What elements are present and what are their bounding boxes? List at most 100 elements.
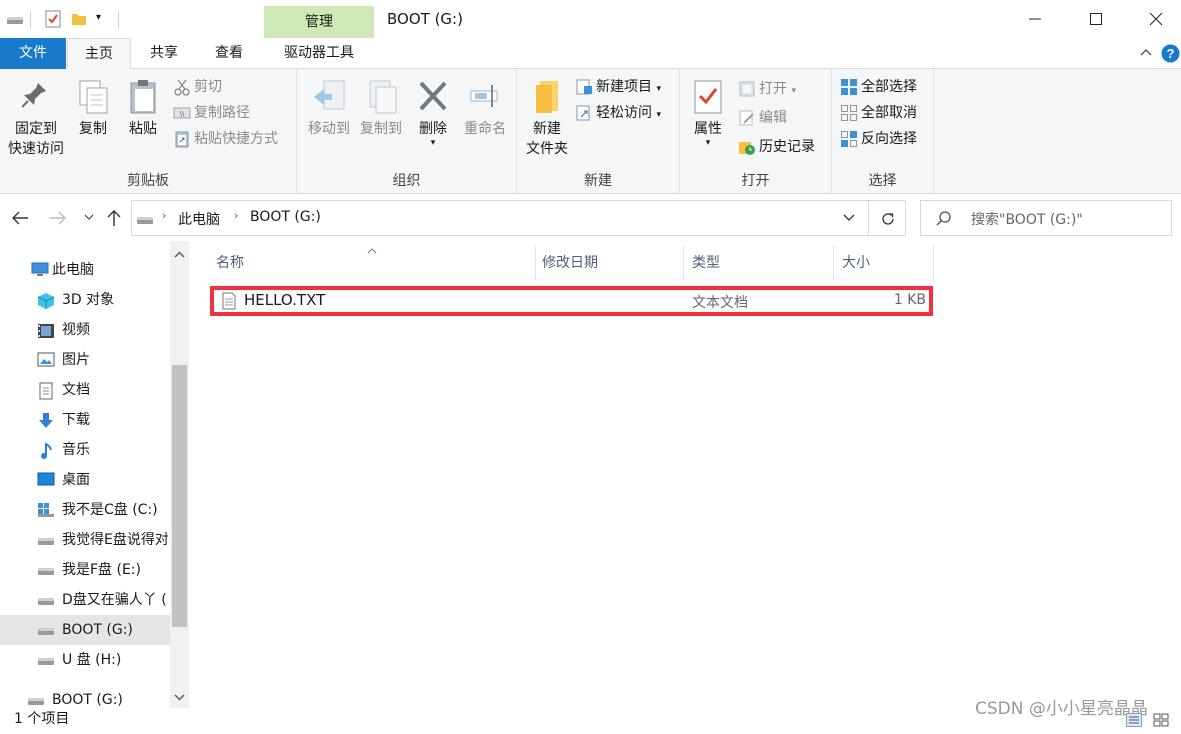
- tab-view[interactable]: 查看: [197, 38, 261, 69]
- scroll-down-arrow-icon[interactable]: [173, 690, 186, 706]
- address-bar[interactable]: › 此电脑 › BOOT (G:): [131, 200, 869, 236]
- document-icon: [39, 382, 53, 400]
- new-folder-button[interactable]: 新建 文件夹: [521, 79, 573, 159]
- select-all-icon: [841, 79, 857, 95]
- table-row[interactable]: HELLO.TXT 文本文档 1 KB: [210, 286, 933, 316]
- back-button[interactable]: [10, 209, 30, 231]
- ribbon: 固定到 快速访问 复制 粘贴 剪切 \\复制路径 粘贴快捷方式 剪贴板 移动到: [0, 69, 1181, 194]
- nav-item-downloads[interactable]: 下载: [0, 405, 170, 435]
- close-button[interactable]: [1145, 8, 1167, 34]
- scissors-icon: [174, 79, 190, 96]
- nav-item-3d-objects[interactable]: 3D 对象: [0, 285, 170, 315]
- move-to-button[interactable]: 移动到: [301, 79, 357, 139]
- new-item-dropdown-icon[interactable]: ▾: [656, 84, 661, 94]
- open-button[interactable]: 打开 ▾: [738, 77, 796, 101]
- nav-scrollbar-thumb[interactable]: [172, 365, 187, 627]
- drive-icon: [38, 538, 54, 545]
- file-type: 文本文档: [692, 295, 748, 311]
- select-group-label: 选择: [868, 173, 897, 189]
- up-button[interactable]: [105, 208, 123, 232]
- nav-item-this-pc[interactable]: 此电脑: [0, 255, 170, 285]
- video-icon: [38, 324, 54, 338]
- tab-drive-tools[interactable]: 驱动器工具: [264, 38, 374, 69]
- easy-access-button[interactable]: 轻松访问 ▾: [575, 101, 661, 125]
- new-folder-quick-icon[interactable]: [70, 10, 88, 32]
- nav-item-drive-d[interactable]: D盘又在骗人丫 (: [0, 585, 170, 615]
- cut-button[interactable]: 剪切: [173, 75, 222, 99]
- nav-item-drive-c[interactable]: 我不是C盘 (C:): [0, 495, 170, 525]
- item-count: 1 个项目: [14, 711, 70, 727]
- delete-dropdown-icon[interactable]: ▾: [411, 139, 455, 148]
- nav-item-drive-e[interactable]: 我是F盘 (E:): [0, 555, 170, 585]
- status-bar: 1 个项目 CSDN @小小星亮晶晶: [0, 699, 1181, 730]
- large-icons-view-icon[interactable]: [1153, 712, 1169, 734]
- customize-quick-access-icon[interactable]: ▾: [96, 12, 101, 23]
- help-icon[interactable]: ?: [1161, 44, 1180, 67]
- properties-button[interactable]: 属性 ▾: [684, 79, 732, 148]
- breadcrumb-current[interactable]: BOOT (G:): [250, 209, 321, 225]
- nav-item-drive-h[interactable]: U 盘 (H:): [0, 645, 170, 675]
- details-view-icon[interactable]: [1126, 712, 1142, 734]
- tab-home[interactable]: 主页: [67, 38, 131, 70]
- nav-item-drive-g-selected[interactable]: BOOT (G:): [0, 615, 170, 645]
- open-group-label: 打开: [741, 173, 770, 189]
- nav-item-drive-e2[interactable]: 我觉得E盘说得对: [0, 525, 170, 555]
- column-header-modified[interactable]: 修改日期: [534, 245, 684, 281]
- open-dropdown-icon[interactable]: ▾: [791, 86, 796, 96]
- tab-file[interactable]: 文件: [0, 38, 66, 69]
- file-name[interactable]: HELLO.TXT: [244, 291, 325, 309]
- drive-icon: [136, 210, 154, 232]
- properties-dropdown-icon[interactable]: ▾: [684, 139, 732, 148]
- delete-button[interactable]: 删除 ▾: [411, 79, 455, 148]
- invert-selection-button[interactable]: 反向选择: [840, 127, 917, 151]
- copy-path-button[interactable]: \\ 复制路径: [173, 101, 250, 125]
- breadcrumb-this-pc[interactable]: 此电脑: [178, 209, 220, 229]
- paste-button[interactable]: 粘贴: [120, 79, 166, 139]
- breadcrumb-chevron-icon[interactable]: ›: [162, 209, 166, 222]
- separator: [30, 12, 31, 28]
- pin-to-quick-access-button[interactable]: 固定到 快速访问: [4, 79, 68, 159]
- nav-item-music[interactable]: 音乐: [0, 435, 170, 465]
- select-all-button[interactable]: 全部选择: [840, 75, 917, 99]
- history-button[interactable]: 历史记录: [738, 135, 815, 159]
- drive-icon: [28, 698, 44, 705]
- scroll-up-arrow-icon[interactable]: [173, 248, 186, 264]
- nav-item-pictures[interactable]: 图片: [0, 345, 170, 375]
- new-item-icon: [576, 79, 592, 95]
- refresh-icon: [879, 210, 897, 232]
- breadcrumb-chevron-icon[interactable]: ›: [234, 209, 238, 222]
- copy-path-icon: \\: [173, 107, 191, 119]
- edit-button[interactable]: 编辑: [738, 106, 787, 130]
- navigation-pane: 此电脑 3D 对象 视频 图片 文档 下载 音乐 桌面 我不是C盘 (C:) 我…: [0, 241, 190, 708]
- svg-text:\\: \\: [180, 110, 185, 118]
- paste-shortcut-button[interactable]: 粘贴快捷方式: [173, 127, 278, 151]
- search-input[interactable]: 搜索"BOOT (G:)": [971, 209, 1083, 229]
- nav-item-videos[interactable]: 视频: [0, 315, 170, 345]
- column-header-type[interactable]: 类型: [684, 245, 834, 281]
- new-item-button[interactable]: 新建项目 ▾: [575, 75, 661, 99]
- nav-item-documents[interactable]: 文档: [0, 375, 170, 405]
- nav-item-drive-g-root[interactable]: BOOT (G:): [0, 685, 170, 708]
- rename-button[interactable]: 重命名: [457, 79, 513, 139]
- system-drive-icon: [38, 503, 54, 517]
- search-box[interactable]: 搜索"BOOT (G:)": [920, 200, 1172, 236]
- copy-button[interactable]: 复制: [72, 79, 114, 139]
- refresh-button[interactable]: [868, 200, 906, 236]
- select-none-button[interactable]: 全部取消: [840, 101, 917, 125]
- column-header-size[interactable]: 大小: [834, 245, 934, 281]
- drive-icon: [38, 628, 54, 635]
- easy-access-dropdown-icon[interactable]: ▾: [656, 110, 661, 120]
- drive-icon: [6, 10, 24, 32]
- address-dropdown-chevron-icon[interactable]: [842, 212, 856, 228]
- copy-to-button[interactable]: 复制到: [353, 79, 409, 139]
- maximize-button[interactable]: [1085, 8, 1107, 34]
- collapse-ribbon-icon[interactable]: [1139, 46, 1153, 64]
- nav-item-desktop[interactable]: 桌面: [0, 465, 170, 495]
- minimize-button[interactable]: [1024, 8, 1046, 34]
- column-header-name[interactable]: 名称: [208, 245, 536, 281]
- tab-share[interactable]: 共享: [132, 38, 196, 69]
- recent-locations-chevron-icon[interactable]: [83, 211, 95, 227]
- properties-quick-icon[interactable]: [44, 10, 62, 32]
- forward-button[interactable]: [48, 209, 68, 231]
- open-group: 属性 ▾ 打开 ▾ 编辑 历史记录 打开: [680, 69, 832, 194]
